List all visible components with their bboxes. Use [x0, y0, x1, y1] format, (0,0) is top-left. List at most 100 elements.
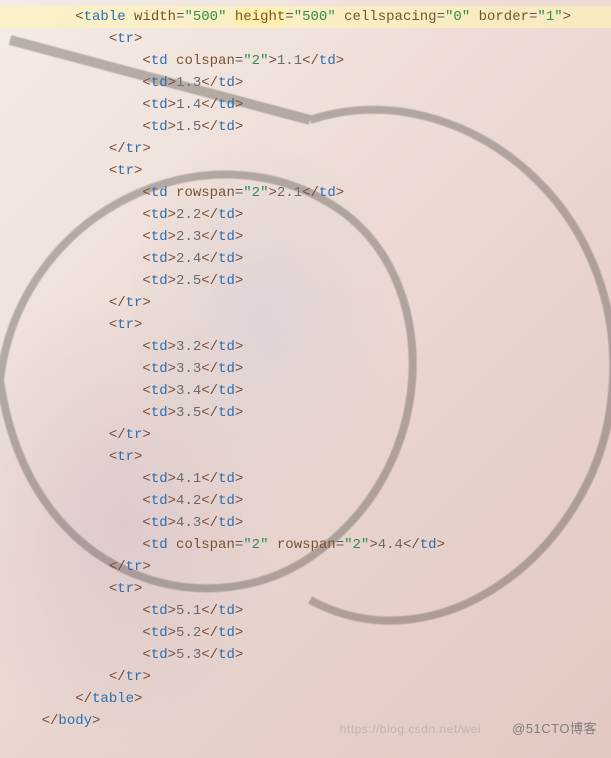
- code-text-content: 4.4: [378, 537, 403, 553]
- code-tag-name: td: [151, 383, 168, 399]
- code-text-content: 4.2: [176, 493, 201, 509]
- code-line: <td>4.1</td>: [0, 468, 611, 490]
- code-tag-name: td: [151, 515, 168, 531]
- code-tag-name: td: [151, 119, 168, 135]
- code-tag-name: table: [92, 691, 134, 707]
- code-text-content: 5.1: [176, 603, 201, 619]
- code-tag-name: tr: [117, 163, 134, 179]
- code-attribute-value: "2": [344, 537, 369, 553]
- code-line: </tr>: [0, 556, 611, 578]
- code-attribute-name: border: [479, 9, 529, 25]
- code-tag-name: td: [151, 185, 168, 201]
- code-line: <td>4.3</td>: [0, 512, 611, 534]
- code-tag-name: tr: [117, 449, 134, 465]
- code-attribute-value: "500": [184, 9, 226, 25]
- code-line: <tr>: [0, 446, 611, 468]
- code-text-content: 3.4: [176, 383, 201, 399]
- code-attribute-name: height: [235, 9, 285, 25]
- code-text-content: 2.3: [176, 229, 201, 245]
- code-attribute-name: colspan: [176, 537, 235, 553]
- code-text-content: 2.2: [176, 207, 201, 223]
- code-line: <td>3.2</td>: [0, 336, 611, 358]
- code-line: <td colspan="2">1.1</td>: [0, 50, 611, 72]
- code-tag-name: td: [151, 75, 168, 91]
- code-attribute-value: "0": [445, 9, 470, 25]
- code-attribute-value: "2": [243, 53, 268, 69]
- code-tag-name: tr: [117, 581, 134, 597]
- code-text-content: 2.5: [176, 273, 201, 289]
- code-text-content: 1.3: [176, 75, 201, 91]
- code-text-content: 1.4: [176, 97, 201, 113]
- code-line: <td>5.1</td>: [0, 600, 611, 622]
- code-text-content: 5.2: [176, 625, 201, 641]
- code-text-content: 1.1: [277, 53, 302, 69]
- code-text-content: 2.1: [277, 185, 302, 201]
- code-tag-name: tr: [126, 141, 143, 157]
- code-tag-name: td: [151, 229, 168, 245]
- code-line: <td>3.5</td>: [0, 402, 611, 424]
- code-attribute-value: "2": [243, 537, 268, 553]
- code-line: <td>4.2</td>: [0, 490, 611, 512]
- code-tag-name: td: [151, 273, 168, 289]
- code-line: </body>: [0, 710, 611, 732]
- code-tag-name: td: [151, 53, 168, 69]
- code-line: <td>5.3</td>: [0, 644, 611, 666]
- code-line: </tr>: [0, 292, 611, 314]
- code-tag-name: td: [151, 405, 168, 421]
- code-line: <td colspan="2" rowspan="2">4.4</td>: [0, 534, 611, 556]
- code-tag-name: table: [84, 9, 126, 25]
- code-line: <td>3.3</td>: [0, 358, 611, 380]
- code-line: <tr>: [0, 160, 611, 182]
- code-attribute-name: width: [134, 9, 176, 25]
- code-tag-name: td: [151, 361, 168, 377]
- code-line: <td>5.2</td>: [0, 622, 611, 644]
- code-attribute-name: cellspacing: [344, 9, 436, 25]
- code-tag-name: tr: [117, 31, 134, 47]
- code-line: </tr>: [0, 424, 611, 446]
- code-line: <td>2.3</td>: [0, 226, 611, 248]
- code-line: <td>2.2</td>: [0, 204, 611, 226]
- code-tag-name: tr: [117, 317, 134, 333]
- code-tag-name: td: [151, 625, 168, 641]
- code-text-content: 5.3: [176, 647, 201, 663]
- code-tag-name: td: [151, 493, 168, 509]
- code-tag-name: td: [151, 647, 168, 663]
- code-attribute-name: rowspan: [277, 537, 336, 553]
- code-line: <td>1.3</td>: [0, 72, 611, 94]
- code-line: <td>3.4</td>: [0, 380, 611, 402]
- code-line: <tr>: [0, 314, 611, 336]
- code-tag-name: td: [151, 339, 168, 355]
- code-line: </table>: [0, 688, 611, 710]
- code-text-content: 3.5: [176, 405, 201, 421]
- code-attribute-value: "2": [243, 185, 268, 201]
- code-attribute-name: colspan: [176, 53, 235, 69]
- code-tag-name: td: [151, 471, 168, 487]
- code-text-content: 1.5: [176, 119, 201, 135]
- code-line: <tr>: [0, 578, 611, 600]
- code-line: <td rowspan="2">2.1</td>: [0, 182, 611, 204]
- code-text-content: 3.2: [176, 339, 201, 355]
- code-tag-name: tr: [126, 669, 143, 685]
- code-tag-name: td: [151, 97, 168, 113]
- code-tag-name: tr: [126, 559, 143, 575]
- code-line: </tr>: [0, 138, 611, 160]
- code-tag-name: td: [151, 603, 168, 619]
- code-line: <td>1.5</td>: [0, 116, 611, 138]
- code-text-content: 4.3: [176, 515, 201, 531]
- code-attribute-name: rowspan: [176, 185, 235, 201]
- code-text-content: 3.3: [176, 361, 201, 377]
- code-line: <tr>: [0, 28, 611, 50]
- code-line: </tr>: [0, 666, 611, 688]
- code-attribute-value: "1": [537, 9, 562, 25]
- code-line: <td>2.5</td>: [0, 270, 611, 292]
- code-tag-name: td: [151, 207, 168, 223]
- code-text-content: 2.4: [176, 251, 201, 267]
- code-text-content: 4.1: [176, 471, 201, 487]
- code-line: <td>1.4</td>: [0, 94, 611, 116]
- code-tag-name: tr: [126, 295, 143, 311]
- code-tag-name: body: [58, 713, 92, 729]
- code-block: <table width="500" height="500" cellspac…: [0, 0, 611, 738]
- code-line: <td>2.4</td>: [0, 248, 611, 270]
- code-attribute-value: "500": [294, 9, 336, 25]
- code-tag-name: td: [151, 251, 168, 267]
